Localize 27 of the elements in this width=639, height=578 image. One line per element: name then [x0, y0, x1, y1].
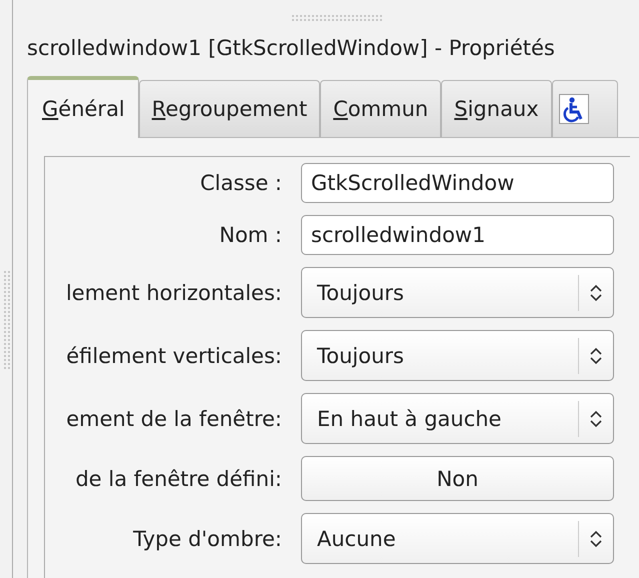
tab[interactable]: Commun [320, 80, 442, 137]
text-field[interactable]: GtkScrolledWindow [301, 163, 614, 203]
field-label: Classe : [199, 171, 283, 195]
wheelchair-tab[interactable] [552, 80, 618, 137]
up-down-arrows-icon [589, 346, 603, 366]
field-label: de la fenêtre défini: [74, 466, 283, 490]
dropdown[interactable]: Toujours [301, 330, 614, 381]
field-label: Type d'ombre: [132, 526, 283, 550]
tab[interactable]: Regroupement [138, 80, 320, 137]
toggle-button[interactable]: Non [301, 456, 614, 501]
field-label: éfilement verticales: [65, 344, 283, 368]
text-field[interactable]: scrolledwindow1 [301, 215, 614, 255]
dropdown[interactable]: Toujours [301, 267, 614, 318]
dropdown[interactable]: Aucune [301, 513, 614, 564]
up-down-arrows-icon [589, 528, 603, 548]
drag-handle[interactable] [291, 14, 383, 22]
field-label: lement horizontales: [64, 280, 283, 304]
field-label: Nom : [218, 223, 283, 247]
wheelchair-icon [558, 94, 589, 124]
field-label: ement de la fenêtre: [65, 406, 283, 430]
up-down-arrows-icon [589, 282, 603, 302]
tab[interactable]: Général [27, 76, 139, 138]
panel-title: scrolledwindow1 [GtkScrolledWindow] - Propriétés [27, 35, 555, 61]
tab[interactable]: Signaux [441, 80, 552, 137]
dropdown[interactable]: En haut à gauche [301, 393, 614, 444]
up-down-arrows-icon [589, 408, 603, 428]
drag-handle[interactable] [3, 270, 11, 370]
